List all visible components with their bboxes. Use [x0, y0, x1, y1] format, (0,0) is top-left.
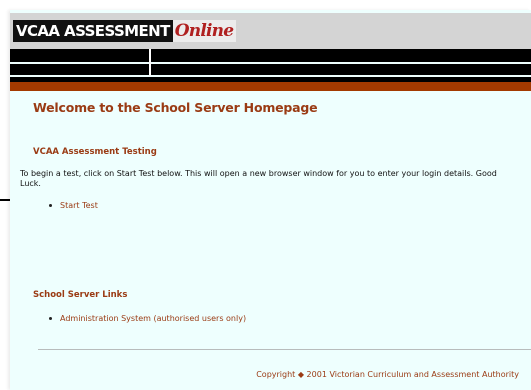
bullet-icon: [49, 204, 52, 207]
vcaa-logo: VCAA ASSESSMENT Online: [13, 20, 237, 42]
page-title: Welcome to the School Server Homepage: [33, 100, 318, 115]
copyright-text: Copyright ◆ 2001 Victorian Curriculum an…: [256, 370, 519, 379]
header-bar: [10, 64, 531, 75]
intro-text: To begin a test, click on Start Test bel…: [20, 169, 497, 188]
assessment-heading: VCAA Assessment Testing: [33, 147, 157, 157]
list-item: Start Test: [49, 201, 98, 210]
logo-online-text: Online: [172, 20, 237, 42]
header-bar: [10, 49, 531, 62]
start-test-link[interactable]: Start Test: [60, 201, 98, 210]
footer-divider: [38, 349, 531, 350]
header-accent-bar: [10, 82, 531, 91]
list-item: Administration System (authorised users …: [49, 314, 246, 323]
browser-page: VCAA ASSESSMENT Online Welcome to the Sc…: [10, 10, 531, 390]
logo-main-text: VCAA ASSESSMENT: [13, 20, 173, 42]
links-heading: School Server Links: [33, 290, 128, 300]
header-divider: [149, 49, 151, 76]
bullet-icon: [49, 317, 52, 320]
admin-system-link[interactable]: Administration System (authorised users …: [60, 314, 246, 323]
